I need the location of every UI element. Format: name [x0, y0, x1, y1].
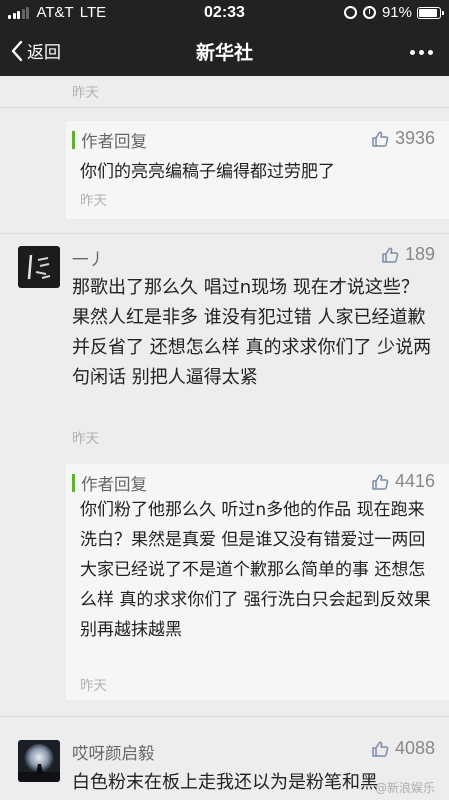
avatar[interactable] — [18, 740, 60, 782]
author-reply-label: 作者回复 — [81, 475, 147, 494]
avatar-image — [18, 246, 60, 288]
divider — [0, 233, 449, 234]
battery-level — [419, 8, 438, 17]
comment-time: 昨天 — [72, 431, 99, 447]
battery-percent: 91% — [381, 4, 412, 21]
reply-time: 昨天 — [80, 678, 107, 694]
thumbs-up-icon — [382, 247, 399, 263]
author-reply-label: 作者回复 — [81, 132, 147, 151]
reply-marker — [72, 131, 75, 149]
avatar[interactable] — [18, 246, 60, 288]
author-reply-header: 作者回复 — [72, 473, 147, 494]
comment-text: 那歌出了那么久 唱过n现场 现在才说这些？果然人红是非多 谁没有犯过错 人家已经… — [72, 277, 432, 388]
like-count: 189 — [404, 244, 435, 264]
like-button[interactable]: 4088 — [371, 738, 435, 759]
commenter-name[interactable]: 一丿 — [72, 246, 105, 270]
divider — [0, 716, 449, 717]
author-reply-header: 作者回复 — [72, 130, 147, 151]
thumbs-up-icon — [372, 741, 389, 757]
reply-marker — [72, 474, 75, 492]
like-button[interactable]: 3936 — [371, 128, 435, 149]
author-reply: 作者回复 3936 你们的亮亮编稿子编得都过劳肥了 昨天 — [66, 121, 449, 219]
page-title: 新华社 — [195, 42, 253, 64]
commenter-name[interactable]: 哎呀颜启毅 — [72, 740, 155, 764]
status-bar: AT&T LTE 02:33 91% — [0, 0, 449, 26]
author-reply-text: 你们粉了他那么久 听过n多他的作品 现在跑来洗白？果然是真爱 但是谁又没有错爱过… — [80, 500, 431, 640]
thumbs-up-icon — [372, 474, 389, 490]
like-count: 4416 — [394, 471, 435, 491]
battery-icon — [417, 6, 444, 19]
comment-item: 一丿 189 那歌出了那么久 唱过n现场 现在才说这些？果然人红是非多 谁没有犯… — [0, 242, 449, 448]
reply-time: 昨天 — [80, 193, 107, 209]
more-dot-icon — [410, 50, 415, 55]
like-button[interactable]: 4416 — [371, 471, 435, 492]
more-button[interactable] — [406, 50, 433, 55]
more-dot-icon — [419, 50, 424, 55]
orientation-lock-icon — [343, 6, 357, 19]
like-count: 3936 — [394, 128, 435, 148]
comments-list[interactable]: 昨天 作者回复 3936 你们的亮亮编稿子编得都过劳肥了 昨天 一丿 189 那… — [0, 76, 449, 800]
like-button[interactable]: 189 — [381, 244, 435, 265]
avatar-image — [18, 740, 60, 782]
thumbs-up-icon — [372, 131, 389, 147]
alarm-icon — [362, 6, 376, 19]
comment-time: 昨天 — [72, 85, 99, 101]
nav-bar: 返回 新华社 — [0, 26, 449, 76]
status-right: 91% — [343, 4, 444, 21]
divider — [0, 107, 449, 108]
watermark: @新浪娱乐 — [374, 781, 435, 795]
author-reply-text: 你们的亮亮编稿子编得都过劳肥了 — [80, 162, 335, 182]
like-count: 4088 — [394, 738, 435, 758]
more-dot-icon — [428, 50, 433, 55]
author-reply: 作者回复 4416 你们粉了他那么久 听过n多他的作品 现在跑来洗白？果然是真爱… — [66, 464, 449, 700]
